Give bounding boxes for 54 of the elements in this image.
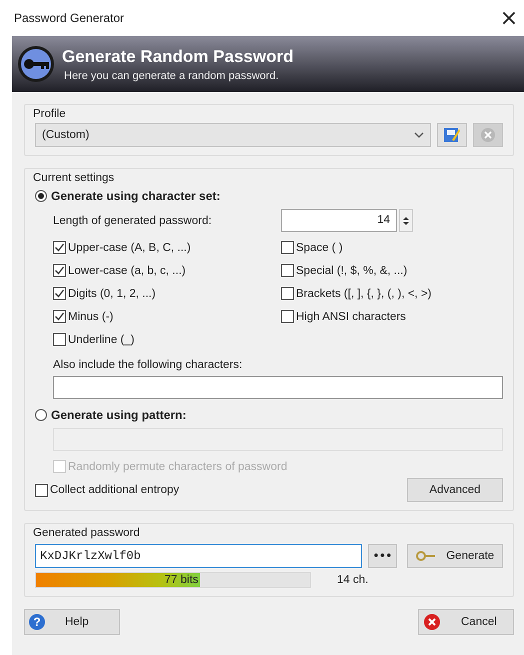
checkbox[interactable] xyxy=(35,484,48,496)
checkmark-icon xyxy=(54,311,65,322)
banner-title: Generate Random Password xyxy=(62,46,294,66)
checkbox-label[interactable]: Collect additional entropy xyxy=(50,484,180,496)
length-field[interactable]: 14 xyxy=(281,209,397,232)
field-label: Also include the following characters: xyxy=(53,359,244,371)
spin-buttons[interactable] xyxy=(399,209,413,232)
checkbox[interactable] xyxy=(53,241,66,254)
checkbox-label[interactable]: High ANSI characters xyxy=(296,310,406,322)
checkmark-icon xyxy=(54,288,65,299)
generate-button[interactable]: Generate xyxy=(407,544,503,568)
help-icon: ? xyxy=(29,614,45,630)
checkbox-label[interactable]: Lower-case (a, b, c, ...) xyxy=(68,264,186,276)
banner-subtitle: Here you can generate a random password. xyxy=(63,70,280,82)
delete-icon xyxy=(479,126,497,144)
checkbox-label[interactable]: Upper-case (A, B, C, ...) xyxy=(68,242,191,254)
show-password-button[interactable]: ••• xyxy=(368,544,398,568)
checkbox-label[interactable]: Digits (0, 1, 2, ...) xyxy=(68,288,156,300)
profile-dropdown[interactable]: (Custom) xyxy=(35,123,431,147)
checkmark-icon xyxy=(54,265,65,276)
group-label: Current settings xyxy=(33,172,114,184)
checkbox-label[interactable]: Brackets ([, ], {, }, (, ), <, >) xyxy=(296,288,432,300)
save-profile-button[interactable] xyxy=(437,123,467,147)
radio-option[interactable]: Generate using character set: xyxy=(35,189,503,203)
checkbox[interactable] xyxy=(281,264,294,277)
checkbox[interactable] xyxy=(281,310,294,323)
checkbox-label[interactable]: Minus (-) xyxy=(68,310,114,322)
key-icon xyxy=(16,44,56,84)
checkbox-label[interactable]: Space ( ) xyxy=(296,242,343,254)
advanced-button[interactable]: Advanced xyxy=(407,478,503,502)
save-edit-icon xyxy=(443,126,461,144)
group-label: Profile xyxy=(33,108,66,120)
checkbox[interactable] xyxy=(53,264,66,277)
key-icon xyxy=(416,550,436,562)
checkbox[interactable] xyxy=(53,333,66,346)
checkbox[interactable] xyxy=(281,287,294,300)
radio-option[interactable]: Generate using pattern: xyxy=(35,408,503,422)
checkbox[interactable] xyxy=(53,287,66,300)
help-button[interactable]: ? Help xyxy=(24,609,120,635)
cancel-icon xyxy=(423,613,441,631)
checkbox-label[interactable]: Underline (_) xyxy=(68,334,134,346)
window-title: Password Generator xyxy=(14,11,124,25)
group-label: Generated password xyxy=(33,527,140,539)
checkbox[interactable] xyxy=(53,310,66,323)
cancel-button[interactable]: Cancel xyxy=(418,609,514,635)
strength-label: 77 bits xyxy=(164,573,200,587)
password-field[interactable]: KxDJKrlzXwlf0b xyxy=(35,544,362,568)
checkbox-label[interactable]: Special (!, $, %, &, ...) xyxy=(296,264,408,276)
include-characters-field[interactable] xyxy=(53,376,503,399)
checkmark-icon xyxy=(54,242,65,253)
close-button[interactable]: × xyxy=(494,3,524,33)
field-label: Length of generated password: xyxy=(53,214,213,226)
checkbox[interactable] xyxy=(281,241,294,254)
length-label: 14 ch. xyxy=(337,574,368,586)
